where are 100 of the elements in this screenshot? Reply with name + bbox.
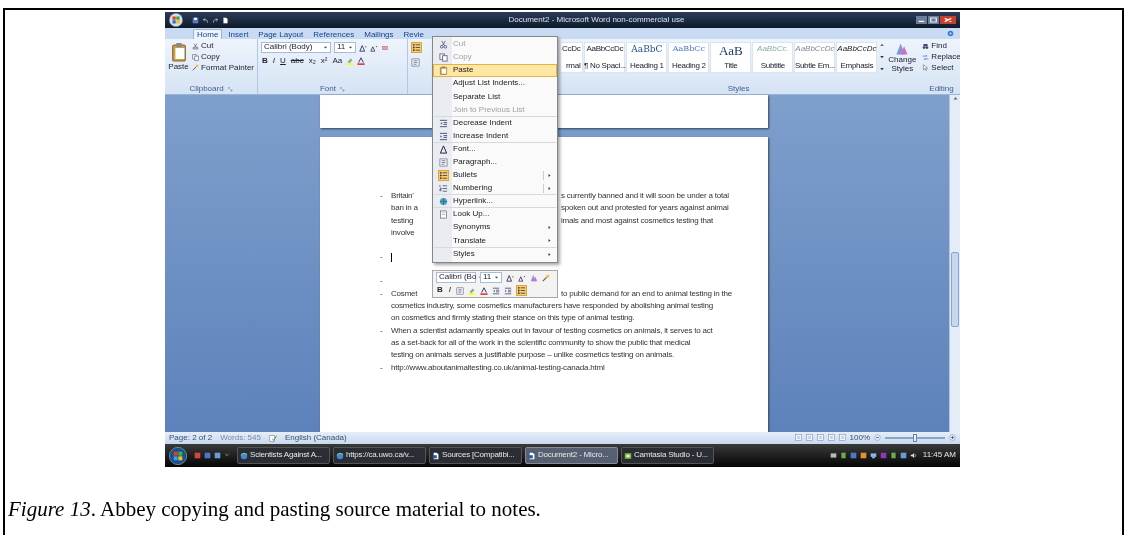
format-button[interactable]: Aa <box>331 57 344 66</box>
taskbar-button[interactable]: Camtasia Studio - U... <box>621 447 714 464</box>
font-size-field[interactable]: 11 <box>334 42 356 53</box>
vertical-scrollbar[interactable] <box>949 95 960 432</box>
menu-item[interactable]: Separate List <box>433 90 557 104</box>
list-marker: - <box>380 190 384 202</box>
figure-caption: Figure 13. Abbey copying and pasting source material to notes. <box>8 497 542 522</box>
bold-button[interactable]: B <box>436 286 444 295</box>
grow-font-icon[interactable] <box>506 273 514 282</box>
close-icon[interactable] <box>940 16 956 24</box>
book-icon <box>439 210 448 220</box>
editing-button[interactable]: Find <box>922 42 960 51</box>
copy-icon <box>439 53 448 63</box>
format-button[interactable]: I <box>271 57 276 66</box>
style-card[interactable]: AaB Title <box>710 42 752 73</box>
ribbon-tab[interactable]: Page Layout <box>254 29 308 39</box>
film-icon <box>624 451 632 460</box>
grow-font-icon[interactable] <box>359 43 367 52</box>
format-painter-button[interactable]: Format Painter <box>192 63 254 73</box>
zoom-out-icon[interactable] <box>874 434 881 442</box>
shrink-font-icon[interactable] <box>518 273 526 282</box>
scroll-thumb[interactable] <box>951 252 959 327</box>
bullet-list-icon <box>438 170 449 181</box>
menu-item[interactable]: Translate <box>433 234 557 248</box>
undo-icon[interactable] <box>202 16 209 24</box>
style-card[interactable]: AaBbCcDc Subtle Em... <box>794 42 836 73</box>
office-button-icon[interactable] <box>169 13 183 27</box>
menu-item[interactable]: Decrease Indent <box>433 116 557 130</box>
speaker-icon[interactable] <box>909 452 917 459</box>
style-card[interactable]: AaBbCc Heading 2 <box>668 42 710 73</box>
italic-button[interactable]: I <box>447 286 452 295</box>
taskbar-button[interactable]: Scientists Against A... <box>237 447 330 464</box>
format-button[interactable]: x² <box>319 57 329 66</box>
menu-item[interactable]: Font... <box>433 142 557 156</box>
style-card[interactable]: AaBbC Heading 1 <box>626 42 668 73</box>
bullet-list-icon[interactable] <box>516 285 527 296</box>
style-card[interactable]: AaBbCc. Subtitle <box>752 42 794 73</box>
outdent-icon[interactable] <box>492 286 500 295</box>
font-color-icon[interactable] <box>357 57 366 66</box>
taskbar-button[interactable]: Sources [Compatibi... <box>429 447 522 464</box>
font-name-field[interactable]: Calibri (Body) <box>261 42 331 53</box>
shrink-font-icon[interactable] <box>370 43 378 52</box>
bullet-list-icon[interactable] <box>411 42 422 53</box>
font-color-icon[interactable] <box>480 286 488 295</box>
format-button[interactable]: x₂ <box>307 57 317 66</box>
caret-icon <box>348 45 353 50</box>
minimize-icon[interactable] <box>916 16 927 24</box>
highlighter-icon[interactable] <box>468 286 476 295</box>
copy-button[interactable]: Copy <box>192 52 254 62</box>
menu-item[interactable]: Bullets <box>433 168 557 183</box>
menu-item[interactable]: Adjust List Indents... <box>433 77 557 91</box>
cut-button[interactable]: Cut <box>192 42 254 51</box>
format-button[interactable]: B <box>261 57 269 66</box>
start-button-icon[interactable] <box>169 446 187 465</box>
brush-icon[interactable] <box>542 273 550 282</box>
editing-button[interactable]: Replace <box>922 52 960 62</box>
ribbon-tab[interactable]: Revie <box>399 29 428 39</box>
style-card[interactable]: CcDc rmal <box>561 42 584 73</box>
style-card[interactable]: AaBbCcDc Emphasis <box>836 42 878 73</box>
taskbar-button[interactable]: https://ca.uwo.ca/v... <box>333 447 426 464</box>
cursor-icon <box>922 64 930 72</box>
redo-icon[interactable] <box>212 16 219 24</box>
globe-icon <box>439 197 448 207</box>
menu-item[interactable]: Numbering <box>433 182 557 196</box>
maximize-icon[interactable] <box>928 16 939 24</box>
ribbon-tab[interactable]: Insert <box>224 29 253 39</box>
menu-item[interactable]: Paragraph... <box>433 155 557 169</box>
styles-icon[interactable] <box>530 273 538 282</box>
new-document-icon[interactable] <box>222 16 229 24</box>
menu-item[interactable]: Styles <box>433 247 557 261</box>
help-icon[interactable] <box>947 30 954 37</box>
group-label: Clipboard <box>189 84 224 94</box>
menu-item[interactable]: Hyperlink... <box>433 195 557 209</box>
network-icon[interactable] <box>869 452 877 459</box>
font-size-field[interactable]: 11 <box>480 272 502 283</box>
menu-item[interactable]: Paste <box>433 64 557 78</box>
change-styles-button[interactable]: Change Styles <box>888 42 917 84</box>
scroll-up-icon[interactable] <box>879 42 886 48</box>
menu-item[interactable]: Synonyms <box>433 221 557 235</box>
menu-item[interactable]: Look Up... <box>433 208 557 222</box>
format-button[interactable]: U <box>279 57 287 66</box>
text-line: ban in a <box>391 202 418 215</box>
ribbon-tab[interactable]: Mailings <box>360 29 398 39</box>
save-icon[interactable] <box>192 16 199 24</box>
scroll-down-icon[interactable] <box>879 54 886 60</box>
binoculars-icon <box>922 42 930 50</box>
zoom-in-icon[interactable] <box>949 434 956 442</box>
menu-item[interactable]: Increase Indent <box>433 129 557 143</box>
taskbar-button[interactable]: Document2 - Micro... <box>525 447 618 464</box>
style-card[interactable]: AaBbCcDc ¶ No Spaci... <box>584 42 626 73</box>
zoom-slider-thumb[interactable] <box>913 434 917 442</box>
ribbon-tab[interactable]: References <box>309 29 359 39</box>
dialog-launcher-icon[interactable] <box>340 86 345 92</box>
indent-icon[interactable] <box>504 286 512 295</box>
proofing-icon[interactable] <box>268 434 277 442</box>
format-button[interactable]: abc <box>289 57 305 66</box>
editing-button[interactable]: Select <box>922 63 960 73</box>
more-caret-icon[interactable] <box>879 66 886 72</box>
paste-button[interactable]: Paste <box>168 42 190 84</box>
chevron-icon[interactable] <box>224 452 230 458</box>
